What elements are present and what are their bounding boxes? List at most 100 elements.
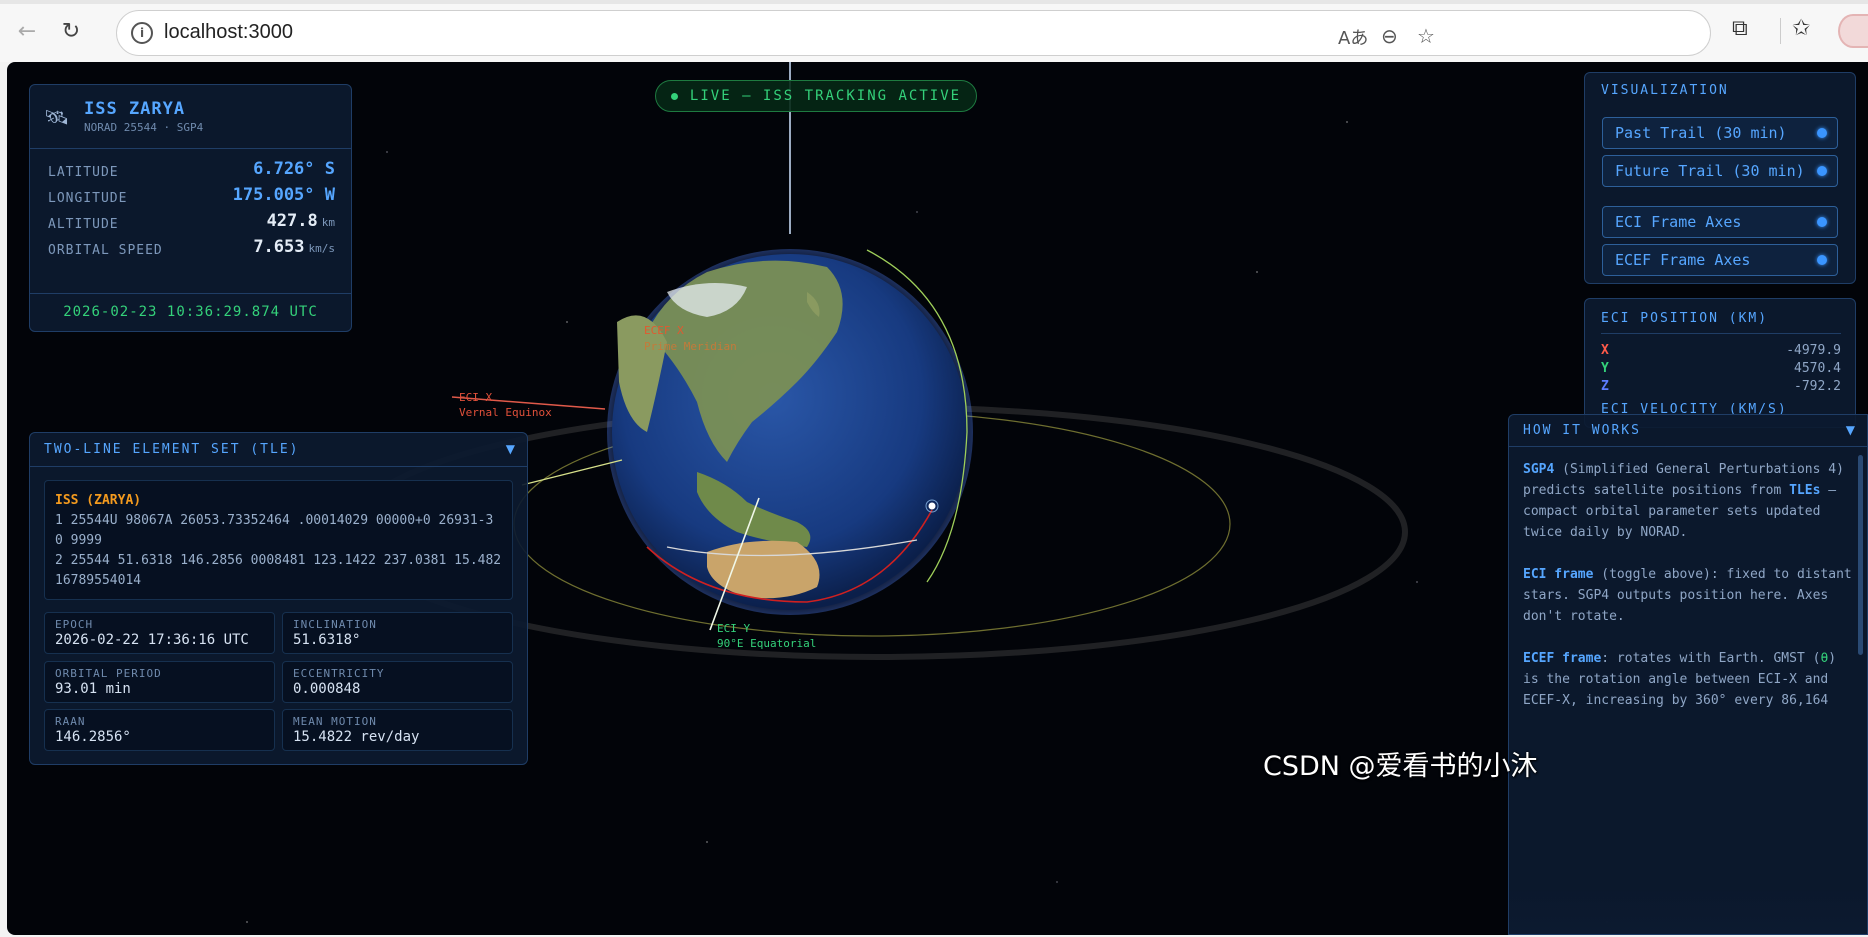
toggle-past-trail[interactable]: Past Trail (30 min) [1602, 117, 1838, 149]
axis-value: -792.2 [1794, 379, 1841, 394]
csdn-watermark: CSDN @爱看书的小沐 [1263, 751, 1538, 782]
cell-label: MEAN MOTION [293, 715, 377, 728]
scrollbar-thumb[interactable] [1858, 455, 1863, 655]
axis-label: X [1601, 343, 1609, 358]
eci-y-sublabel: 90°E Equatorial [717, 637, 816, 650]
visualization-title: VISUALIZATION [1601, 83, 1729, 98]
latitude-row: LATITUDE 6.726° S [48, 159, 335, 183]
favorites-icon[interactable]: ✩ [1792, 16, 1810, 41]
cell-value: 146.2856° [55, 729, 131, 745]
live-status-badge: LIVE — ISS TRACKING ACTIVE [655, 80, 977, 112]
reload-icon[interactable]: ↻ [54, 14, 88, 48]
how-it-works-body: SGP4 (Simplified General Perturbations 4… [1523, 459, 1853, 732]
toolbar-divider [1780, 18, 1781, 44]
tle-panel: TWO-LINE ELEMENT SET (TLE) ▼ ISS (ZARYA)… [29, 432, 528, 765]
extensions-icon[interactable]: ⧉ [1732, 16, 1748, 41]
keyword: ECI frame [1523, 567, 1594, 582]
raan-cell: RAAN 146.2856° [44, 709, 275, 751]
iss-header: 🛰 ISS ZARYA NORAD 25544 · SGP4 [30, 85, 351, 149]
toggle-on-indicator [1817, 255, 1827, 265]
longitude-row: LONGITUDE 175.005° W [48, 185, 335, 209]
live-status-text: LIVE — ISS TRACKING ACTIVE [689, 88, 962, 104]
eci-z-row: Z -792.2 [1601, 379, 1841, 397]
toggle-label: ECI Frame Axes [1615, 213, 1742, 231]
ecef-axis-line [521, 459, 623, 486]
toggle-label: Future Trail (30 min) [1615, 162, 1805, 180]
axis-value: 4570.4 [1794, 361, 1841, 376]
tle-line-2: 2 25544 51.6318 146.2856 0008481 123.142… [55, 553, 502, 588]
toggle-on-indicator [1817, 128, 1827, 138]
satellite-icon: 🛰 [44, 105, 70, 129]
altitude-unit: km [321, 216, 335, 229]
collapse-caret-icon[interactable]: ▼ [506, 442, 515, 456]
eci-x-label: ECI X [459, 391, 492, 404]
cell-label: ORBITAL PERIOD [55, 667, 162, 680]
cell-value: 2026-02-22 17:36:16 UTC [55, 632, 249, 648]
toggle-on-indicator [1817, 166, 1827, 176]
info-icon[interactable]: i [131, 22, 153, 44]
profile-avatar[interactable] [1838, 14, 1868, 48]
axis-label: Y [1601, 361, 1609, 376]
cell-value: 93.01 min [55, 681, 131, 697]
mean-motion-cell: MEAN MOTION 15.4822 rev/day [282, 709, 513, 751]
browser-toolbar: ← ↻ i localhost:3000 Aあ ⊖ ☆ ⧉ ✩ [0, 0, 1868, 62]
epoch-cell: EPOCH 2026-02-22 17:36:16 UTC [44, 612, 275, 654]
speed-row: ORBITAL SPEED 7.653 km/s [48, 237, 335, 261]
ecef-paragraph: ECEF frame: rotates with Earth. GMST (θ)… [1523, 648, 1853, 711]
tle-title: TWO-LINE ELEMENT SET (TLE) [44, 442, 300, 457]
back-icon[interactable]: ← [10, 14, 44, 48]
url-text[interactable]: localhost:3000 [164, 21, 293, 44]
eci-x-row: X -4979.9 [1601, 343, 1841, 361]
longitude-value: 175.005° W [232, 185, 335, 205]
ecef-x-sublabel: Prime Meridian [644, 340, 737, 353]
altitude-value-group: 427.8 km [267, 211, 335, 231]
cell-value: 51.6318° [293, 632, 361, 648]
toggle-ecef-axes[interactable]: ECEF Frame Axes [1602, 244, 1838, 276]
how-it-works-header[interactable]: HOW IT WORKS ▼ [1509, 415, 1867, 447]
favorite-star-icon[interactable]: ☆ [1417, 24, 1435, 48]
cell-label: ECCENTRICITY [293, 667, 385, 680]
eci-x-sublabel: Vernal Equinox [459, 406, 552, 419]
eci-position-title: ECI POSITION (KM) [1601, 311, 1769, 326]
speed-value: 7.653 [253, 237, 305, 257]
iss-info-panel: 🛰 ISS ZARYA NORAD 25544 · SGP4 LATITUDE … [29, 84, 352, 332]
toggle-eci-axes[interactable]: ECI Frame Axes [1602, 206, 1838, 238]
tle-name-line: ISS (ZARYA) [55, 493, 142, 508]
iss-subtitle: NORAD 25544 · SGP4 [84, 121, 204, 134]
visualization-panel: VISUALIZATION Past Trail (30 min) Future… [1584, 72, 1856, 284]
cell-label: INCLINATION [293, 618, 377, 631]
toggle-future-trail[interactable]: Future Trail (30 min) [1602, 155, 1838, 187]
keyword: SGP4 [1523, 462, 1555, 477]
iss-position-marker[interactable] [928, 502, 936, 510]
eccentricity-cell: ECCENTRICITY 0.000848 [282, 661, 513, 703]
collapse-caret-icon[interactable]: ▼ [1846, 423, 1855, 437]
toggle-label: Past Trail (30 min) [1615, 124, 1787, 142]
period-cell: ORBITAL PERIOD 93.01 min [44, 661, 275, 703]
eci-y-row: Y 4570.4 [1601, 361, 1841, 379]
axis-value: -4979.9 [1786, 343, 1841, 358]
eci-y-label: ECI Y [717, 622, 750, 635]
altitude-label: ALTITUDE [48, 217, 119, 232]
read-aloud-icon[interactable]: Aあ [1338, 24, 1368, 50]
iss-name: ISS ZARYA [84, 99, 186, 119]
keyword: TLEs [1789, 483, 1821, 498]
tab-strip-edge [0, 0, 1868, 4]
tle-header[interactable]: TWO-LINE ELEMENT SET (TLE) ▼ [30, 433, 527, 467]
speed-label: ORBITAL SPEED [48, 243, 163, 258]
how-it-works-panel: HOW IT WORKS ▼ SGP4 (Simplified General … [1508, 414, 1868, 935]
tle-code-block: ISS (ZARYA) 1 25544U 98067A 26053.733524… [44, 480, 513, 600]
toggle-on-indicator [1817, 217, 1827, 227]
speed-value-group: 7.653 km/s [253, 237, 335, 257]
bottom-fade [1509, 884, 1867, 934]
address-bar[interactable]: i localhost:3000 Aあ ⊖ ☆ [116, 10, 1711, 56]
eci-paragraph: ECI frame (toggle above): fixed to dista… [1523, 564, 1853, 627]
text: : rotates with Earth. GMST ( [1601, 651, 1821, 666]
ecef-x-label: ECEF X [644, 324, 684, 337]
inclination-cell: INCLINATION 51.6318° [282, 612, 513, 654]
app-viewport[interactable]: ECEF X Prime Meridian ECI X Vernal Equin… [7, 62, 1868, 935]
latitude-label: LATITUDE [48, 165, 119, 180]
cell-label: RAAN [55, 715, 86, 728]
latitude-value: 6.726° S [253, 159, 335, 179]
zoom-out-icon[interactable]: ⊖ [1381, 24, 1398, 48]
tle-line-1: 1 25544U 98067A 26053.73352464 .00014029… [55, 513, 494, 548]
